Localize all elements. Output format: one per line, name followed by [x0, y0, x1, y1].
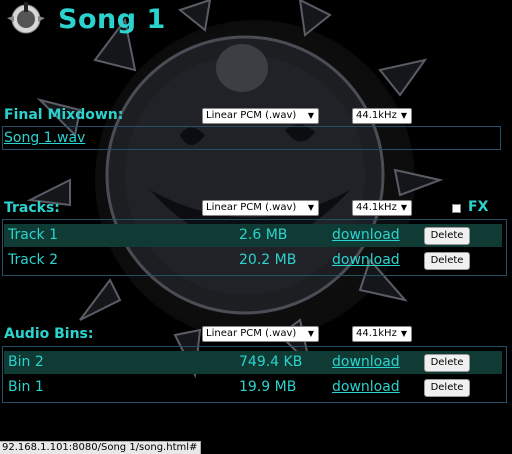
- bin-row: Bin 1 19.9 MB download Delete: [4, 376, 502, 399]
- fx-checkbox[interactable]: [452, 204, 461, 213]
- bins-format-select[interactable]: Linear PCM (.wav) ▼: [202, 326, 319, 342]
- chevron-down-icon: ▼: [307, 203, 314, 212]
- track-name: Track 1: [8, 227, 58, 243]
- track-delete-button[interactable]: Delete: [424, 252, 470, 270]
- bin-delete-button[interactable]: Delete: [424, 379, 470, 397]
- track-download-link[interactable]: download: [332, 227, 400, 243]
- mixdown-file-link[interactable]: Song 1.wav: [4, 130, 85, 146]
- bin-row: Bin 2 749.4 KB download Delete: [4, 351, 502, 374]
- chevron-down-icon: ▼: [400, 111, 407, 120]
- bin-download-link[interactable]: download: [332, 379, 400, 395]
- mixdown-format-select[interactable]: Linear PCM (.wav) ▼: [202, 108, 319, 124]
- track-size: 20.2 MB: [239, 252, 297, 268]
- chevron-down-icon: ▼: [307, 111, 314, 120]
- audio-bins-heading: Audio Bins:: [4, 326, 94, 342]
- track-size: 2.6 MB: [239, 227, 288, 243]
- chevron-down-icon: ▼: [400, 203, 407, 212]
- mixdown-rate-select[interactable]: 44.1kHz ▼: [352, 108, 412, 124]
- track-row: Track 1 2.6 MB download Delete: [4, 224, 502, 247]
- bin-name: Bin 2: [8, 354, 44, 370]
- track-delete-button[interactable]: Delete: [424, 227, 470, 245]
- bin-size: 749.4 KB: [239, 354, 303, 370]
- tracks-rate-value: 44.1kHz: [356, 202, 397, 213]
- tracks-format-value: Linear PCM (.wav): [206, 202, 297, 213]
- bin-delete-button[interactable]: Delete: [424, 354, 470, 372]
- bins-format-value: Linear PCM (.wav): [206, 328, 297, 339]
- bin-download-link[interactable]: download: [332, 354, 400, 370]
- track-download-link[interactable]: download: [332, 252, 400, 268]
- mixdown-format-value: Linear PCM (.wav): [206, 110, 297, 121]
- track-name: Track 2: [8, 252, 58, 268]
- tracks-format-select[interactable]: Linear PCM (.wav) ▼: [202, 200, 319, 216]
- chevron-down-icon: ▼: [400, 329, 407, 338]
- fx-label: FX: [468, 199, 489, 215]
- knob-icon: [7, 2, 45, 34]
- page-title: Song 1: [58, 4, 166, 35]
- mixdown-rate-value: 44.1kHz: [356, 110, 397, 121]
- bins-rate-value: 44.1kHz: [356, 328, 397, 339]
- bin-size: 19.9 MB: [239, 379, 297, 395]
- final-mixdown-heading: Final Mixdown:: [4, 107, 124, 123]
- track-row: Track 2 20.2 MB download Delete: [4, 249, 502, 272]
- bin-name: Bin 1: [8, 379, 44, 395]
- tracks-heading: Tracks:: [4, 200, 60, 216]
- tracks-rate-select[interactable]: 44.1kHz ▼: [352, 200, 412, 216]
- chevron-down-icon: ▼: [307, 329, 314, 338]
- bins-rate-select[interactable]: 44.1kHz ▼: [352, 326, 412, 342]
- browser-status-bar: 92.168.1.101:8080/Song 1/song.html#: [0, 441, 202, 454]
